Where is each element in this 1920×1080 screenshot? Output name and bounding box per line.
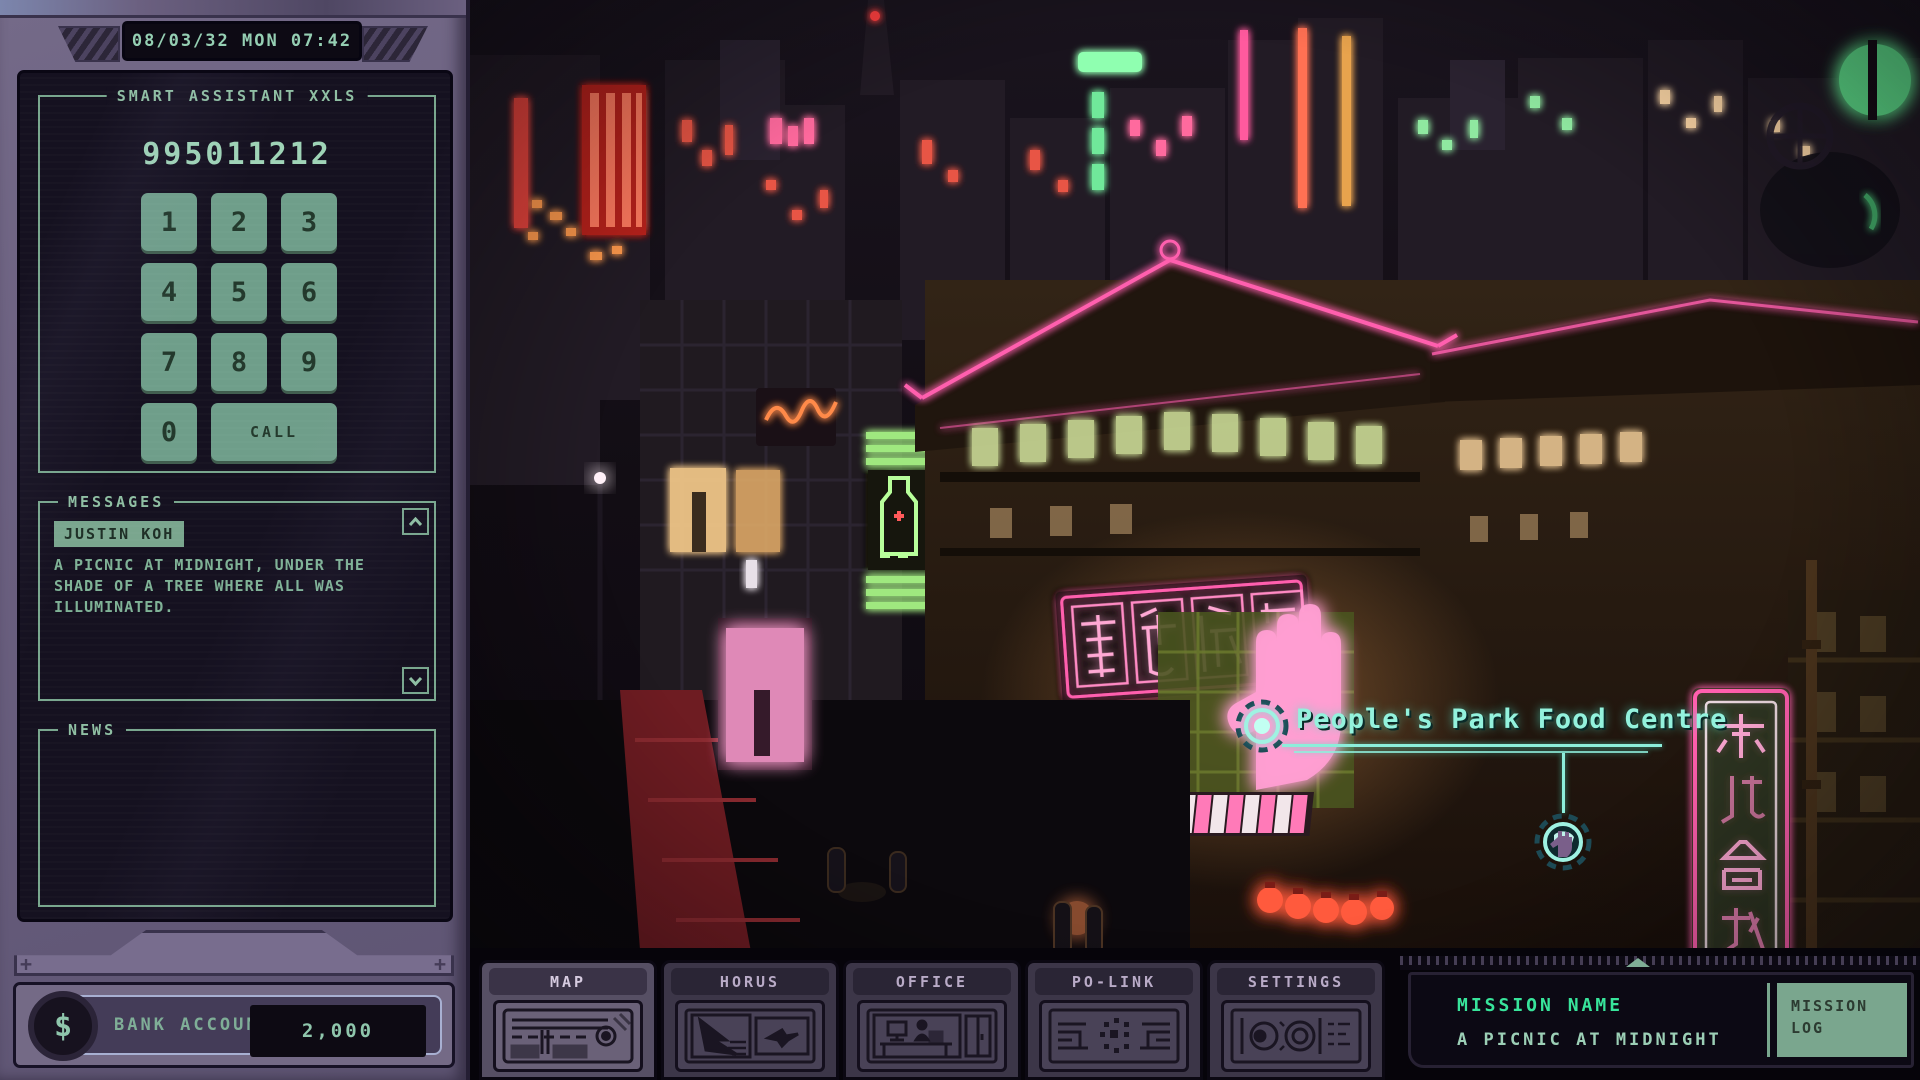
bank-pill: $ BANK ACCOUNT 2,000 xyxy=(54,995,442,1055)
nav-office-label: OFFICE xyxy=(853,968,1011,995)
news-section: NEWS xyxy=(38,729,436,907)
po-link-icon xyxy=(1048,1008,1180,1064)
location-label[interactable]: People's Park Food Centre xyxy=(1296,704,1727,735)
bank-account-bar: $ BANK ACCOUNT 2,000 xyxy=(13,982,455,1068)
assistant-title: SMART ASSISTANT XXLS xyxy=(107,87,368,105)
keypad-9[interactable]: 9 xyxy=(281,333,337,391)
nav-horus-button[interactable]: HORUS xyxy=(661,960,839,1080)
location-underline-2 xyxy=(1294,751,1648,753)
message-body: A PICNIC AT MIDNIGHT, UNDER THE SHADE OF… xyxy=(54,555,386,618)
screw-icon: + xyxy=(20,952,32,976)
nav-office-button[interactable]: OFFICE xyxy=(843,960,1021,1080)
mission-name-label: MISSION NAME xyxy=(1457,995,1623,1016)
keypad-0[interactable]: 0 xyxy=(141,403,197,461)
keypad-7[interactable]: 7 xyxy=(141,333,197,391)
nav-map-label: MAP xyxy=(489,968,647,995)
mission-name: A PICNIC AT MIDNIGHT xyxy=(1457,1030,1722,1050)
scroll-down-button[interactable] xyxy=(402,667,429,694)
hazard-stripes-right xyxy=(362,26,428,62)
message-sender-chip[interactable]: JUSTIN KOH xyxy=(54,521,184,547)
location-underline xyxy=(1282,744,1662,747)
office-desk-icon xyxy=(866,1008,998,1064)
bank-balance: 2,000 xyxy=(250,1005,426,1057)
news-label: NEWS xyxy=(58,721,126,739)
nav-settings-button[interactable]: SETTINGS xyxy=(1207,960,1385,1080)
hand-cursor-marker-icon[interactable] xyxy=(1534,813,1592,871)
phone-screen: SMART ASSISTANT XXLS 995011212 1 2 3 4 5… xyxy=(17,70,453,922)
mission-panel: MISSION NAME A PICNIC AT MIDNIGHT MISSIO… xyxy=(1408,972,1914,1068)
dollar-coin-icon: $ xyxy=(28,991,98,1061)
screw-icon: + xyxy=(434,952,446,976)
bank-account-label: BANK ACCOUNT xyxy=(114,1015,273,1035)
mission-panel-divider xyxy=(1767,983,1770,1057)
messages-label: MESSAGES xyxy=(58,493,174,511)
settings-dials-icon xyxy=(1230,1008,1362,1064)
datetime-display: 08/03/32 MON 07:42 xyxy=(122,21,362,61)
smart-assistant-phone: 08/03/32 MON 07:42 SMART ASSISTANT XXLS … xyxy=(0,0,470,1080)
game-root: People's Park Food Centre 08/03/32 MON 0… xyxy=(0,0,1920,1080)
chevron-down-icon xyxy=(408,676,423,686)
nav-horus-label: HORUS xyxy=(671,968,829,995)
phone-top-vent xyxy=(0,0,466,18)
keypad-1[interactable]: 1 xyxy=(141,193,197,251)
call-button[interactable]: CALL xyxy=(211,403,337,461)
horus-bird-icon xyxy=(684,1008,816,1064)
phone-bezel-ridge xyxy=(14,930,454,976)
map-icon xyxy=(502,1008,634,1064)
city-scene xyxy=(470,0,1920,1080)
hazard-stripes-left xyxy=(58,26,120,62)
messages-section: MESSAGES JUSTIN KOH A PICNIC AT MIDNIGHT… xyxy=(38,501,436,701)
keypad-2[interactable]: 2 xyxy=(211,193,267,251)
chevron-up-icon xyxy=(408,517,423,527)
marker-drop-line xyxy=(1562,753,1565,813)
nav-po-link-label: PO-LINK xyxy=(1035,968,1193,995)
mission-panel-comb xyxy=(1400,956,1920,970)
nav-settings-label: SETTINGS xyxy=(1217,968,1375,995)
keypad-4[interactable]: 4 xyxy=(141,263,197,321)
keypad-6[interactable]: 6 xyxy=(281,263,337,321)
dialer-section: SMART ASSISTANT XXLS 995011212 1 2 3 4 5… xyxy=(38,95,436,473)
keypad-5[interactable]: 5 xyxy=(211,263,267,321)
keypad-3[interactable]: 3 xyxy=(281,193,337,251)
keypad-8[interactable]: 8 xyxy=(211,333,267,391)
mission-log-button[interactable]: MISSION LOG xyxy=(1777,983,1907,1057)
datetime-text: 08/03/32 MON 07:42 xyxy=(132,31,352,51)
currency-symbol: $ xyxy=(54,1009,72,1044)
dialed-number-display: 995011212 xyxy=(40,137,434,172)
nav-po-link-button[interactable]: PO-LINK xyxy=(1025,960,1203,1080)
scroll-up-button[interactable] xyxy=(402,508,429,535)
nav-map-button[interactable]: MAP xyxy=(479,960,657,1080)
